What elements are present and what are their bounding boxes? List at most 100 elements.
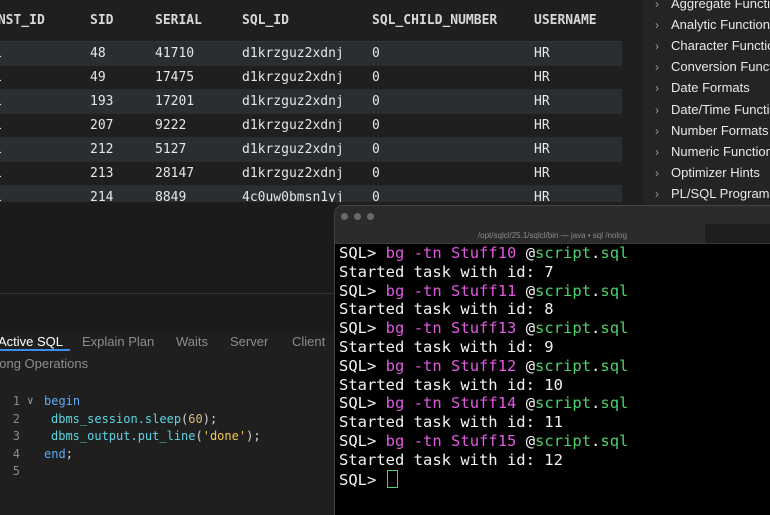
script-basename: script	[535, 319, 592, 338]
code-token: );	[246, 429, 261, 443]
cell-username: HR	[534, 142, 550, 157]
tn-flag: -tn	[413, 281, 442, 300]
sql-editor[interactable]: 1 ∨ begin 2 dbms_session.sleep(60); 3 dbms_out…	[0, 386, 336, 515]
tab-explain-plan[interactable]: Explain Plan	[82, 334, 154, 349]
code-token: begin	[44, 394, 81, 408]
close-dot-icon[interactable]	[341, 213, 348, 220]
reference-item[interactable]: › Optimizer Hints	[655, 162, 760, 183]
column-header-sid[interactable]: SID	[90, 13, 113, 28]
line-number: 5	[12, 464, 20, 478]
cell-inst-id: 1	[0, 190, 2, 202]
sql-reference-list: ›Aggregate Functions›Analytic Functions›…	[643, 0, 770, 210]
chevron-right-icon: ›	[655, 60, 659, 75]
column-header-sql-id[interactable]: SQL_ID	[242, 13, 289, 28]
reference-item-label: Conversion Functions	[671, 59, 770, 75]
reference-item[interactable]: › Conversion Functions	[655, 56, 770, 77]
table-row[interactable]: 1 48 41710 d1krzguz2xdnj 0 HR	[0, 42, 622, 66]
terminal-prompt: SQL>	[339, 431, 386, 450]
reference-item[interactable]: › Date Formats	[655, 77, 750, 98]
cell-sid: 193	[90, 94, 114, 109]
script-extension: sql	[600, 431, 629, 450]
code-token: (	[195, 429, 203, 443]
table-row[interactable]: 1 213 28147 d1krzguz2xdnj 0 HR	[0, 162, 622, 186]
tab-waits[interactable]: Waits	[176, 334, 208, 349]
table-row[interactable]: 1 207 9222 d1krzguz2xdnj 0 HR	[0, 114, 622, 138]
reference-item[interactable]: › Number Formats	[655, 120, 769, 141]
column-header-sql-child-number[interactable]: SQL_CHILD_NUMBER	[372, 13, 497, 28]
minimize-dot-icon[interactable]	[354, 213, 361, 220]
tn-flag: -tn	[413, 319, 442, 338]
chevron-right-icon: ›	[655, 186, 659, 201]
terminal-titlebar[interactable]: /opt/sqlcl/25.1/sqlcl/bin — java • sql /…	[335, 206, 770, 244]
code-token: ;	[65, 446, 73, 461]
tn-flag: -tn	[413, 244, 442, 262]
terminal-result-line: Started task with id: 8	[339, 300, 554, 319]
terminal-command-line: SQL> bg -tn Stuff15 @script.sql	[339, 432, 770, 451]
terminal-result-line: Started task with id: 10	[339, 375, 563, 394]
terminal-window[interactable]: /opt/sqlcl/25.1/sqlcl/bin — java • sql /…	[335, 206, 770, 515]
fold-chevron-icon[interactable]: ∨	[27, 394, 34, 407]
code-token: );	[202, 411, 218, 426]
tab-active-sql[interactable]: Active SQL	[0, 334, 63, 349]
script-extension: sql	[600, 281, 629, 300]
terminal-prompt: SQL>	[339, 281, 386, 300]
chevron-right-icon: ›	[655, 123, 659, 138]
reference-item-label: Optimizer Hints	[671, 164, 760, 180]
reference-item-label: Analytic Functions	[671, 17, 770, 33]
script-dot: .	[591, 244, 601, 262]
tab-server[interactable]: Server	[230, 334, 268, 349]
terminal-command-line[interactable]: SQL>	[339, 469, 770, 489]
table-row[interactable]: 1 212 5127 d1krzguz2xdnj 0 HR	[0, 138, 622, 162]
table-row[interactable]: 1 214 8849 4c0uw0bmsn1yj 0 HR	[0, 186, 622, 202]
terminal-tab[interactable]	[705, 224, 770, 243]
script-at-sign: @	[525, 356, 536, 375]
cell-sql-child-number: 0	[372, 142, 380, 157]
script-name: @script.sql	[526, 244, 629, 262]
tab-client[interactable]: Client	[292, 334, 325, 349]
column-header-username[interactable]: USERNAME	[534, 13, 597, 28]
active-tab-indicator	[0, 349, 70, 351]
cell-sid: 48	[90, 46, 106, 61]
column-header-serial[interactable]: SERIAL	[155, 13, 202, 28]
cell-serial: 41710	[155, 46, 195, 61]
terminal-prompt: SQL>	[339, 244, 386, 262]
terminal-prompt: SQL>	[339, 470, 386, 489]
cell-inst-id: 1	[0, 142, 2, 157]
reference-item[interactable]: › PL/SQL Programming	[655, 183, 770, 204]
script-at-sign: @	[525, 244, 536, 262]
terminal-output[interactable]: SQL> bg -tn Stuff10 @script.sql Started t…	[339, 244, 770, 489]
task-name: Stuff15	[451, 431, 517, 450]
terminal-cursor[interactable]	[386, 469, 398, 488]
cell-sid: 207	[90, 118, 114, 133]
cell-username: HR	[534, 190, 550, 202]
cell-username: HR	[534, 70, 550, 85]
table-row[interactable]: 1 49 17475 d1krzguz2xdnj 0 HR	[0, 66, 622, 90]
table-row[interactable]: 1 193 17201 d1krzguz2xdnj 0 HR	[0, 90, 622, 114]
terminal-prompt: SQL>	[339, 394, 386, 413]
script-name: @script.sql	[526, 319, 629, 337]
reference-item[interactable]: › Numeric Functions	[655, 141, 770, 162]
code-token: dbms_output.put_line	[51, 429, 196, 443]
cell-serial: 17475	[155, 70, 195, 85]
task-name: Stuff14	[451, 394, 517, 413]
column-header-inst-id[interactable]: INST_ID	[0, 13, 45, 28]
chevron-right-icon: ›	[655, 102, 659, 117]
reference-item[interactable]: › Character Functions	[655, 35, 770, 56]
cell-serial: 9222	[155, 118, 187, 133]
reference-item[interactable]: › Aggregate Functions	[655, 0, 770, 14]
zoom-dot-icon[interactable]	[367, 213, 374, 220]
reference-item-label: Numeric Functions	[671, 143, 770, 159]
script-at-sign: @	[525, 319, 536, 338]
cell-sql-id: d1krzguz2xdnj	[242, 118, 344, 133]
cell-serial: 5127	[155, 142, 187, 157]
reference-item[interactable]: › Analytic Functions	[655, 14, 770, 35]
cell-sid: 49	[90, 70, 106, 85]
cell-inst-id: 1	[0, 118, 2, 133]
pane-divider[interactable]	[0, 293, 336, 294]
reference-item-label: PL/SQL Programming	[671, 185, 770, 201]
tab-long-operations[interactable]: Long Operations	[0, 356, 88, 371]
script-dot: .	[591, 319, 601, 338]
reference-item[interactable]: › Date/Time Functions	[655, 99, 770, 120]
cell-username: HR	[534, 46, 550, 61]
cell-sql-id: d1krzguz2xdnj	[242, 70, 344, 85]
